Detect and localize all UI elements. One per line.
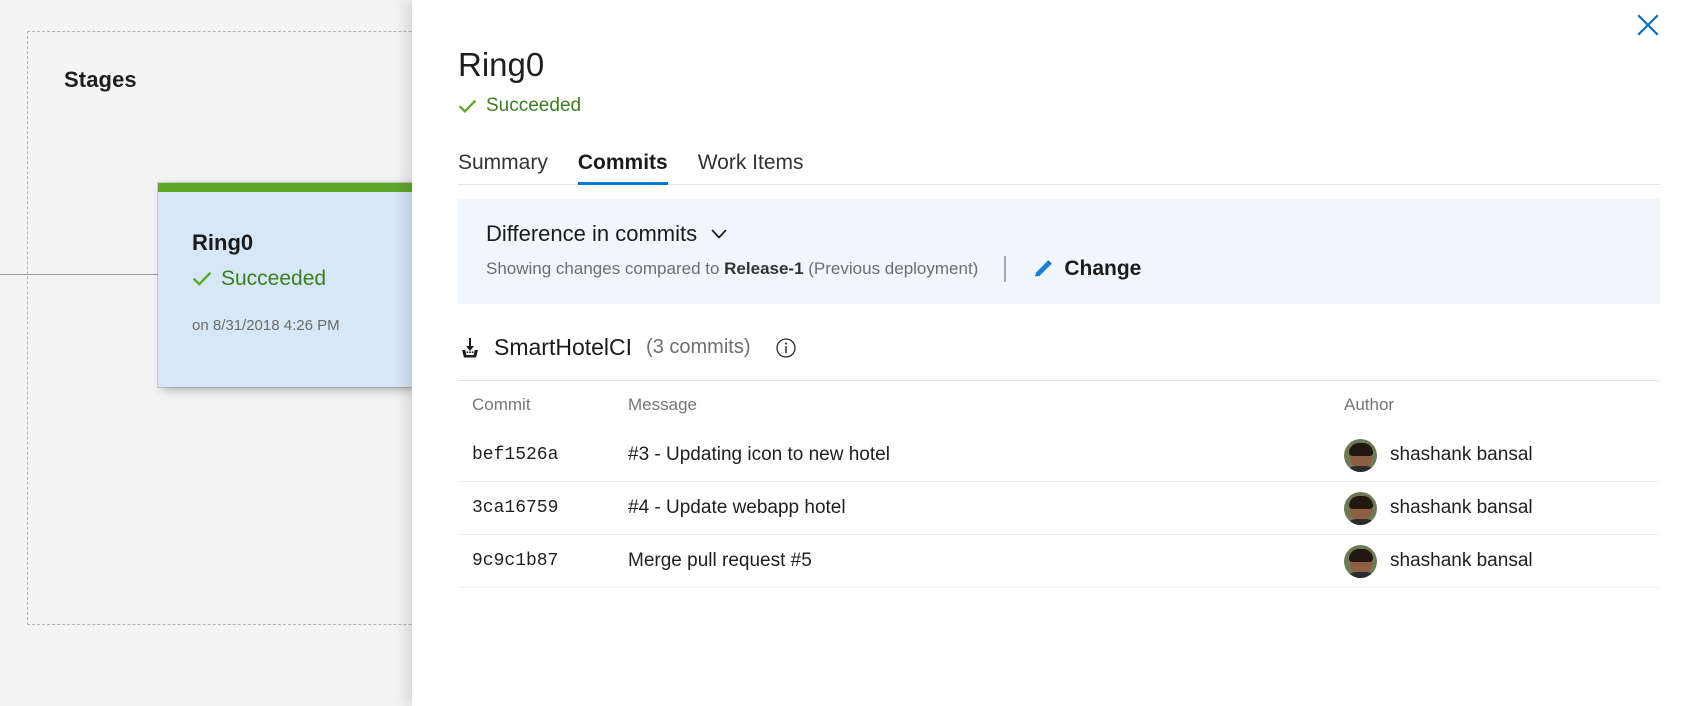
difference-subtitle-row: Showing changes compared to Release-1 (P… [486,256,1660,282]
vertical-divider [1004,256,1007,282]
checkmark-icon [458,97,477,116]
stage-card-ring0[interactable]: Ring0 Succeeded on 8/31/2018 4:26 PM [158,183,412,387]
difference-title-row[interactable]: Difference in commits [486,221,1660,247]
commit-author: shashank bansal [1330,491,1660,525]
checkmark-icon [192,269,212,289]
table-header-row: Commit Message Author [458,381,1660,429]
difference-description-prefix: Showing changes compared to [486,259,725,278]
author-name: shashank bansal [1390,444,1533,465]
artifact-commit-count: (3 commits) [646,336,751,358]
column-header-author: Author [1344,395,1395,414]
tab-commits[interactable]: Commits [577,151,668,185]
commit-message: #4 - Update webapp hotel [628,497,846,518]
avatar [1344,491,1377,525]
commit-message: #3 - Updating icon to new hotel [628,444,890,465]
commit-hash[interactable]: bef1526a [458,445,628,465]
column-header-commit: Commit [472,395,531,414]
chevron-down-icon[interactable] [709,224,729,244]
commit-hash[interactable]: 3ca16759 [458,498,628,518]
column-header-message: Message [628,395,697,414]
avatar [1344,544,1377,578]
panel-tabs: Summary Commits Work Items [412,147,1690,185]
table-row[interactable]: 9c9c1b87 Merge pull request #5 shashank … [458,535,1660,588]
release-stage-detail-screen: Stages Ring0 Succeeded on 8/31/2018 4:26… [0,0,1690,706]
difference-in-commits-banner: Difference in commits Showing changes co… [458,199,1660,304]
pencil-icon [1032,258,1054,280]
stage-card-status: Succeeded [192,267,412,291]
close-icon[interactable] [1630,7,1666,43]
commit-author: shashank bansal [1330,544,1660,578]
author-name: shashank bansal [1390,550,1533,571]
table-row[interactable]: 3ca16759 #4 - Update webapp hotel shasha… [458,482,1660,535]
difference-release-name: Release-1 [724,259,804,278]
tab-work-items[interactable]: Work Items [698,151,804,185]
commit-author: shashank bansal [1330,438,1660,472]
author-name: shashank bansal [1390,497,1533,518]
stage-card-timestamp: on 8/31/2018 4:26 PM [192,317,340,334]
change-button[interactable]: Change [1032,257,1141,281]
artifact-repo-row: SmartHotelCI (3 commits) [458,334,1690,361]
info-icon[interactable] [775,337,797,359]
commits-table: Commit Message Author bef1526a #3 - Upda… [458,380,1660,588]
difference-title: Difference in commits [486,221,698,246]
stage-card-status-bar [158,183,412,192]
panel-header: Ring0 Succeeded [412,0,1690,117]
stage-connector-line [0,274,172,275]
difference-description: Showing changes compared to Release-1 (P… [486,259,978,279]
stage-detail-panel: Ring0 Succeeded Summary Commits Work Ite… [412,0,1690,706]
stage-card-title: Ring0 [192,230,254,255]
stages-heading: Stages [64,67,137,92]
commit-message: Merge pull request #5 [628,550,812,571]
page-title: Ring0 [458,46,545,83]
table-row[interactable]: bef1526a #3 - Updating icon to new hotel… [458,429,1660,482]
stage-card-status-label: Succeeded [221,267,327,290]
panel-status-label: Succeeded [486,95,582,116]
artifact-download-icon [458,336,482,360]
difference-description-suffix: (Previous deployment) [803,259,979,278]
commit-hash[interactable]: 9c9c1b87 [458,551,628,571]
artifact-repo-name: SmartHotelCI [494,334,633,360]
tab-summary[interactable]: Summary [458,151,548,185]
panel-status: Succeeded [458,95,1690,117]
avatar [1344,438,1377,472]
change-label: Change [1064,257,1142,280]
pipeline-canvas: Stages Ring0 Succeeded on 8/31/2018 4:26… [0,0,412,706]
